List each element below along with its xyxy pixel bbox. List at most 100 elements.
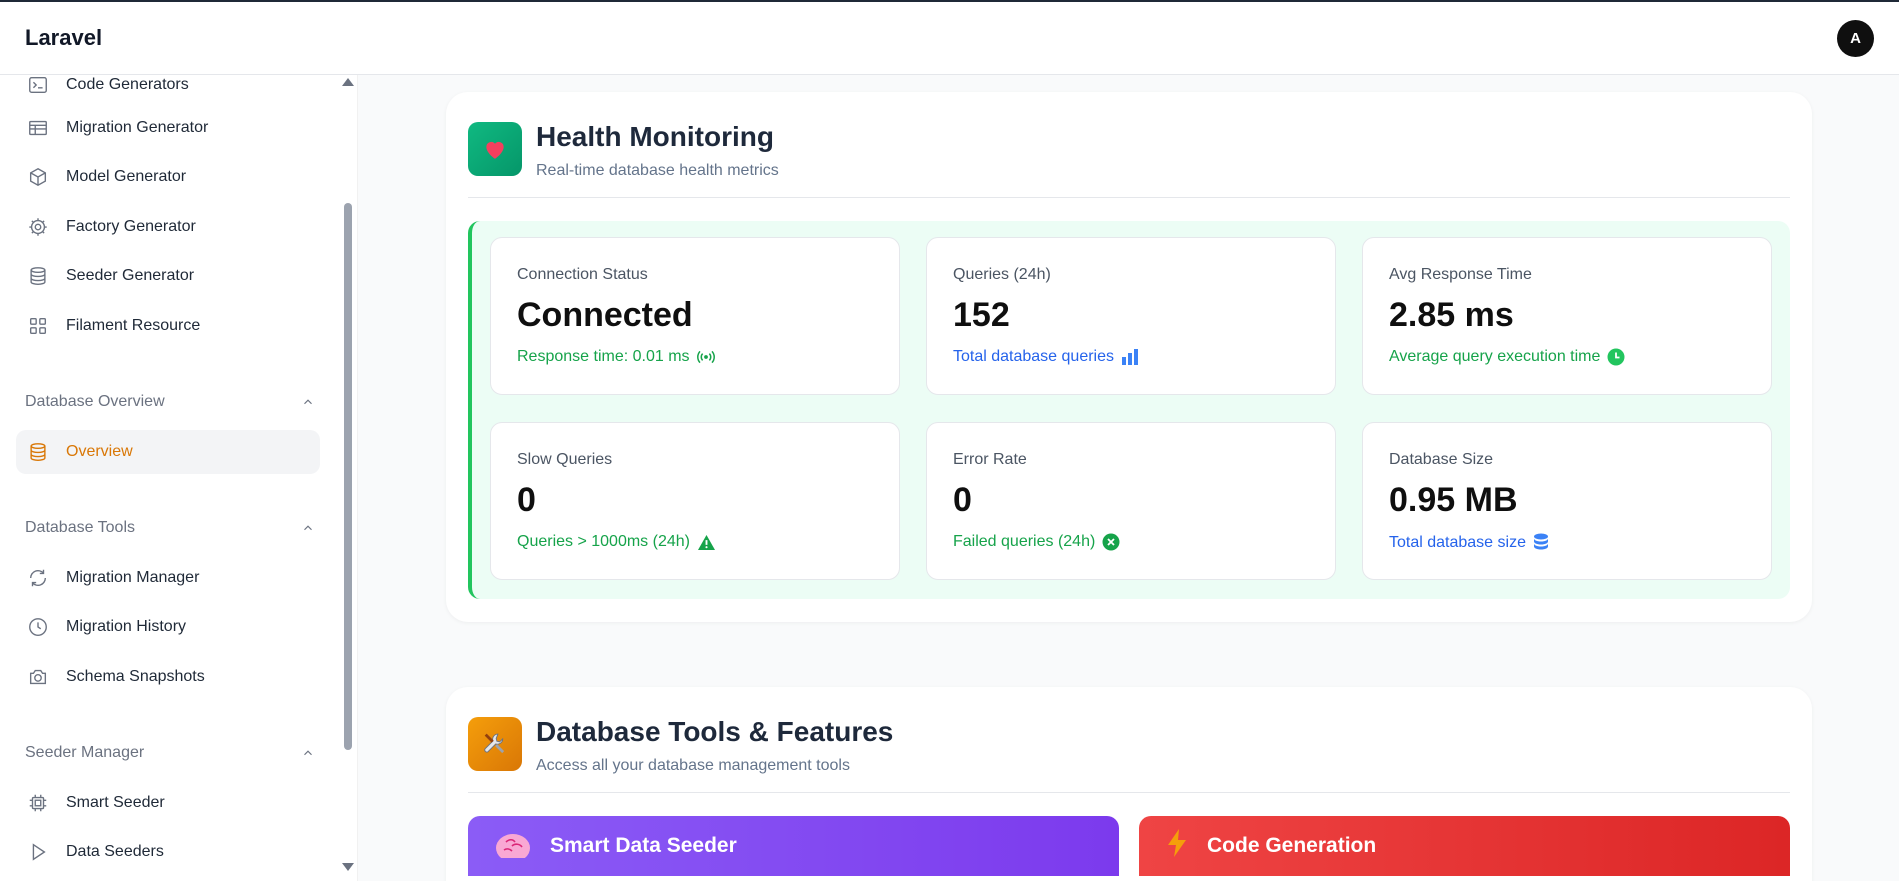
warning-icon bbox=[697, 534, 716, 551]
metric-avg-response-time: Avg Response Time 2.85 ms Average query … bbox=[1362, 237, 1772, 395]
metric-value: Connected bbox=[517, 296, 693, 334]
metric-note-text: Failed queries (24h) bbox=[953, 533, 1096, 550]
sidebar-item-schema-snapshots[interactable]: Schema Snapshots bbox=[16, 655, 320, 699]
metric-note: Total database size bbox=[1389, 533, 1745, 553]
chevron-up-icon bbox=[304, 399, 312, 405]
sidebar-item-label: Schema Snapshots bbox=[66, 668, 205, 685]
clock-icon bbox=[1607, 348, 1625, 366]
sidebar: Code Generators Migration Generator Mode… bbox=[0, 75, 358, 881]
metric-value: 152 bbox=[953, 296, 1010, 334]
group-label: Database Tools bbox=[25, 519, 135, 536]
sidebar-item-label: Filament Resource bbox=[66, 317, 201, 334]
heart-icon bbox=[468, 122, 522, 176]
camera-icon bbox=[26, 665, 50, 689]
sidebar-item-label: Factory Generator bbox=[66, 218, 196, 235]
sidebar-item-label: Overview bbox=[66, 443, 133, 460]
metric-slow-queries: Slow Queries 0 Queries > 1000ms (24h) bbox=[490, 422, 900, 580]
sidebar-item-label: Code Generators bbox=[66, 76, 189, 93]
sidebar-item-label: Seeder Generator bbox=[66, 267, 195, 284]
clock-icon bbox=[26, 615, 50, 639]
database-icon bbox=[26, 264, 50, 288]
metric-note: Failed queries (24h) bbox=[953, 533, 1309, 551]
metric-queries-24h: Queries (24h) 152 Total database queries bbox=[926, 237, 1336, 395]
divider bbox=[468, 792, 1790, 793]
metric-label: Database Size bbox=[1389, 451, 1494, 468]
play-icon bbox=[26, 840, 50, 864]
feature-smart-data-seeder[interactable]: Smart Data Seeder bbox=[468, 816, 1119, 876]
metric-note: Total database queries bbox=[953, 348, 1309, 366]
cube-icon bbox=[26, 165, 50, 189]
sidebar-item-code-generators[interactable]: Code Generators bbox=[16, 75, 320, 107]
metric-label: Queries (24h) bbox=[953, 266, 1051, 283]
sidebar-item-migration-generator[interactable]: Migration Generator bbox=[16, 106, 320, 150]
gear-icon bbox=[26, 215, 50, 239]
sidebar-item-label: Migration Manager bbox=[66, 569, 200, 586]
metric-value: 0 bbox=[953, 481, 972, 519]
sidebar-item-label: Migration History bbox=[66, 618, 187, 635]
metric-label: Connection Status bbox=[517, 266, 648, 283]
bar-chart-icon bbox=[1121, 348, 1139, 366]
metric-note-text: Queries > 1000ms (24h) bbox=[517, 533, 690, 550]
metric-value: 2.85 ms bbox=[1389, 296, 1514, 334]
tools-subtitle: Access all your database management tool… bbox=[536, 757, 850, 774]
metric-note: Queries > 1000ms (24h) bbox=[517, 533, 873, 551]
scroll-down-arrow-icon[interactable] bbox=[342, 863, 354, 871]
chip-icon bbox=[26, 791, 50, 815]
health-header: Health Monitoring Real-time database hea… bbox=[468, 121, 779, 180]
metric-label: Slow Queries bbox=[517, 451, 613, 468]
metric-database-size: Database Size 0.95 MB Total database siz… bbox=[1362, 422, 1772, 580]
sidebar-item-seeder-generator[interactable]: Seeder Generator bbox=[16, 254, 320, 298]
sidebar-item-filament-resource[interactable]: Filament Resource bbox=[16, 304, 320, 348]
metric-note-text: Total database size bbox=[1389, 534, 1526, 551]
brain-icon bbox=[494, 828, 532, 864]
metric-note-text: Average query execution time bbox=[1389, 348, 1601, 365]
sidebar-item-label: Smart Seeder bbox=[66, 794, 165, 811]
x-circle-icon bbox=[1102, 533, 1120, 551]
health-subtitle: Real-time database health metrics bbox=[536, 162, 779, 179]
refresh-icon bbox=[26, 566, 50, 590]
metric-note-text: Total database queries bbox=[953, 348, 1114, 365]
group-database-overview[interactable]: Database Overview bbox=[25, 393, 315, 411]
sidebar-item-overview[interactable]: Overview bbox=[16, 430, 320, 474]
table-icon bbox=[26, 116, 50, 140]
database-icon bbox=[26, 440, 50, 464]
metric-error-rate: Error Rate 0 Failed queries (24h) bbox=[926, 422, 1336, 580]
sidebar-item-data-seeders[interactable]: Data Seeders bbox=[16, 830, 320, 874]
metric-value: 0.95 MB bbox=[1389, 481, 1518, 519]
signal-icon bbox=[696, 350, 715, 364]
top-bar: Laravel A bbox=[0, 0, 1899, 75]
feature-code-generation[interactable]: Code Generation bbox=[1139, 816, 1790, 876]
metric-label: Error Rate bbox=[953, 451, 1027, 468]
sidebar-item-migration-history[interactable]: Migration History bbox=[16, 605, 320, 649]
health-title: Health Monitoring bbox=[536, 121, 774, 152]
terminal-icon bbox=[26, 75, 50, 97]
database-icon bbox=[1533, 533, 1549, 553]
metric-note: Response time: 0.01 ms bbox=[517, 348, 873, 366]
main-content: Health Monitoring Real-time database hea… bbox=[358, 75, 1899, 881]
divider bbox=[468, 197, 1790, 198]
sidebar-item-model-generator[interactable]: Model Generator bbox=[16, 155, 320, 199]
metric-note-text: Response time: 0.01 ms bbox=[517, 348, 690, 365]
metric-label: Avg Response Time bbox=[1389, 266, 1532, 283]
scrollbar-thumb[interactable] bbox=[344, 203, 352, 750]
chevron-up-icon bbox=[304, 525, 312, 531]
brand-logo[interactable]: Laravel bbox=[25, 25, 102, 51]
sidebar-item-label: Data Seeders bbox=[66, 843, 164, 860]
group-database-tools[interactable]: Database Tools bbox=[25, 519, 315, 537]
sidebar-item-label: Migration Generator bbox=[66, 119, 209, 136]
metric-note: Average query execution time bbox=[1389, 348, 1745, 366]
tools-title: Database Tools & Features bbox=[536, 716, 894, 747]
sidebar-item-migration-manager[interactable]: Migration Manager bbox=[16, 556, 320, 600]
feature-label: Code Generation bbox=[1207, 834, 1377, 857]
lightning-icon bbox=[1165, 828, 1189, 864]
tools-icon bbox=[468, 717, 522, 771]
metrics-panel: Connection Status Connected Response tim… bbox=[468, 221, 1790, 599]
scroll-up-arrow-icon[interactable] bbox=[342, 78, 354, 86]
sidebar-item-smart-seeder[interactable]: Smart Seeder bbox=[16, 781, 320, 825]
sidebar-item-factory-generator[interactable]: Factory Generator bbox=[16, 205, 320, 249]
group-seeder-manager[interactable]: Seeder Manager bbox=[25, 744, 315, 762]
metric-value: 0 bbox=[517, 481, 536, 519]
group-label: Database Overview bbox=[25, 393, 165, 410]
group-label: Seeder Manager bbox=[25, 744, 145, 761]
user-avatar[interactable]: A bbox=[1837, 19, 1874, 57]
